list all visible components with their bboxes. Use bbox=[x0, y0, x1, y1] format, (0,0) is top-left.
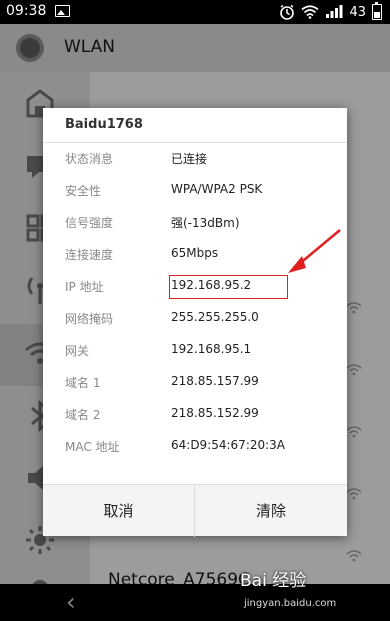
alarm-icon bbox=[280, 4, 295, 20]
back-chevron-icon[interactable]: ‹ bbox=[66, 588, 76, 616]
network-details-dialog: Baidu1768 状态消息 已连接 安全性 WPA/WPA2 PSK 信号强度… bbox=[43, 108, 347, 537]
detail-label: IP 地址 bbox=[65, 280, 104, 294]
detail-label: 网关 bbox=[65, 344, 90, 358]
detail-label: 安全性 bbox=[65, 184, 102, 198]
detail-row-security: 安全性 WPA/WPA2 PSK bbox=[43, 174, 347, 206]
detail-label: 域名 2 bbox=[65, 408, 101, 422]
gear-icon[interactable] bbox=[16, 34, 44, 62]
page-title: WLAN bbox=[64, 37, 116, 57]
signal-icon bbox=[326, 5, 343, 18]
detail-label: 网络掩码 bbox=[65, 312, 114, 326]
wifi-icon bbox=[346, 302, 362, 314]
detail-row-dns2: 域名 2 218.85.152.99 bbox=[43, 398, 347, 430]
status-bar: 09:38 43 bbox=[0, 0, 390, 24]
wifi-icon bbox=[346, 488, 362, 500]
app-header: WLAN bbox=[0, 24, 390, 72]
detail-value: 65Mbps bbox=[171, 246, 219, 260]
detail-value: WPA/WPA2 PSK bbox=[171, 182, 263, 196]
ip-highlight-box bbox=[169, 275, 288, 299]
detail-value: 64:D9:54:67:20:3A bbox=[171, 438, 286, 452]
detail-row-speed: 连接速度 65Mbps bbox=[43, 238, 347, 270]
detail-label: 域名 1 bbox=[65, 376, 101, 390]
wifi-status-icon bbox=[301, 5, 319, 19]
detail-row-mac: MAC 地址 64:D9:54:67:20:3A bbox=[43, 430, 347, 462]
watermark-url: jingyan.baidu.com bbox=[244, 598, 337, 609]
image-notification-icon bbox=[55, 5, 70, 17]
status-right: 43 bbox=[279, 2, 382, 22]
detail-value: 已连接 bbox=[171, 152, 208, 166]
detail-value: 强(-13dBm) bbox=[171, 216, 240, 230]
detail-label: 信号强度 bbox=[65, 216, 114, 230]
battery-level: 43 bbox=[349, 4, 366, 20]
detail-row-dns1: 域名 1 218.85.157.99 bbox=[43, 366, 347, 398]
dialog-buttons: 取消 清除 bbox=[43, 484, 347, 537]
wifi-icon bbox=[346, 550, 362, 562]
detail-value: 192.168.95.1 bbox=[171, 342, 252, 356]
detail-row-status: 状态消息 已连接 bbox=[43, 142, 347, 174]
clear-button[interactable]: 清除 bbox=[195, 485, 347, 537]
wifi-icon bbox=[346, 426, 362, 438]
battery-icon bbox=[372, 2, 382, 20]
detail-value: 218.85.152.99 bbox=[171, 406, 259, 420]
wifi-icon bbox=[346, 364, 362, 376]
detail-label: 状态消息 bbox=[65, 152, 114, 166]
detail-row-netmask: 网络掩码 255.255.255.0 bbox=[43, 302, 347, 334]
cancel-button[interactable]: 取消 bbox=[43, 485, 195, 537]
detail-value: 255.255.255.0 bbox=[171, 310, 259, 324]
status-time: 09:38 bbox=[6, 3, 47, 19]
detail-value: 218.85.157.99 bbox=[171, 374, 259, 388]
network-name[interactable]: Netcore_A7569C bbox=[108, 570, 250, 584]
location-lock-icon[interactable] bbox=[22, 576, 58, 584]
detail-row-signal: 信号强度 强(-13dBm) bbox=[43, 206, 347, 238]
watermark-logo: Bai 经验 bbox=[240, 571, 307, 591]
detail-row-gateway: 网关 192.168.95.1 bbox=[43, 334, 347, 366]
detail-label: 连接速度 bbox=[65, 248, 114, 262]
detail-label: MAC 地址 bbox=[65, 440, 120, 454]
dialog-title: Baidu1768 bbox=[65, 117, 143, 132]
